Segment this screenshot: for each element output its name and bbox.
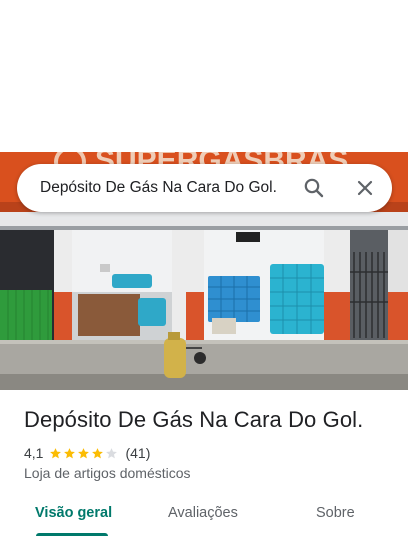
search-bar[interactable]: Depósito De Gás Na Cara Do Gol. <box>17 164 392 212</box>
tab-about[interactable]: Sobre <box>316 505 355 521</box>
reviews-count[interactable]: (41) <box>125 445 150 461</box>
search-icon[interactable] <box>302 176 326 200</box>
close-icon[interactable] <box>353 176 377 200</box>
tab-reviews[interactable]: Avaliações <box>168 505 238 521</box>
star-icon <box>92 447 104 458</box>
place-category: Loja de artigos domésticos <box>24 465 191 481</box>
star-icon <box>78 447 90 458</box>
active-tab-indicator <box>36 533 108 536</box>
rating-row[interactable]: 4,1 (41) <box>24 444 150 462</box>
star-icon <box>64 447 76 458</box>
search-input[interactable]: Depósito De Gás Na Cara Do Gol. <box>40 179 277 197</box>
star-icon <box>50 447 62 458</box>
tab-overview[interactable]: Visão geral <box>35 505 112 521</box>
star-rating <box>49 447 119 460</box>
star-empty-icon <box>106 447 118 458</box>
place-tabs: Visão geral Avaliações Sobre <box>0 494 408 538</box>
place-title: Depósito De Gás Na Cara Do Gol. <box>24 407 364 432</box>
rating-value: 4,1 <box>24 445 44 461</box>
